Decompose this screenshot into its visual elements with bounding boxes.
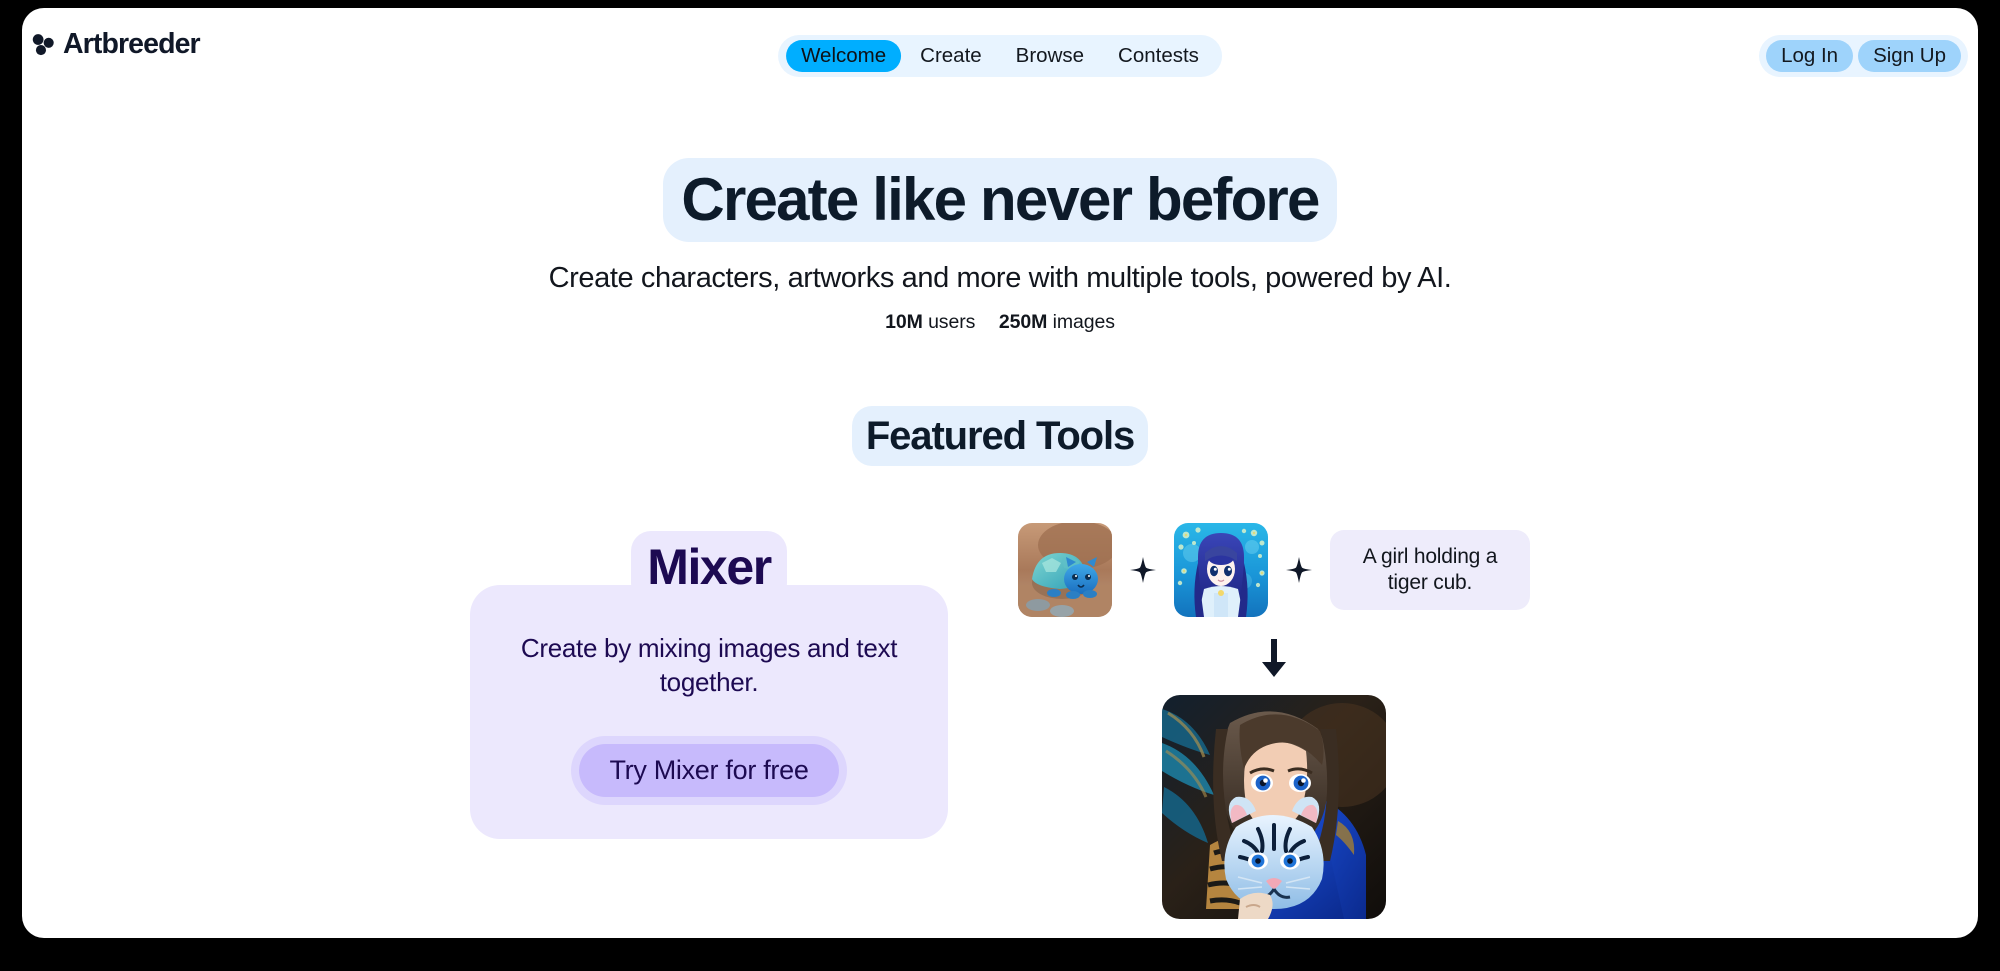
hero-subtitle: Create characters, artworks and more wit… xyxy=(548,262,1452,294)
browser-page: Artbreeder Welcome Create Browse Contest… xyxy=(22,8,1978,938)
log-in-button[interactable]: Log In xyxy=(1766,39,1854,73)
auth-buttons: Log In Sign Up xyxy=(1759,35,1968,77)
hero-stats: 10M users 250M images xyxy=(22,311,1978,334)
demo-prompt-text[interactable]: A girl holding a tiger cub. xyxy=(1330,529,1530,611)
featured-tools-title: Featured Tools xyxy=(851,406,1149,466)
nav-item-create[interactable]: Create xyxy=(905,40,997,73)
demo-input-image-anime-girl[interactable] xyxy=(1174,523,1268,617)
demo-result-image[interactable] xyxy=(1162,695,1386,919)
brand-name: Artbreeder xyxy=(63,28,201,60)
mixer-title: Mixer xyxy=(631,531,787,603)
main-nav: Welcome Create Browse Contests xyxy=(778,35,1222,77)
nav-item-welcome[interactable]: Welcome xyxy=(786,39,902,73)
mixer-cta-wrapper: Try Mixer for free xyxy=(500,735,918,805)
mixer-demo-inputs: A girl holding a tiger cub. xyxy=(1018,523,1530,617)
mixer-card-body: Create by mixing images and text togethe… xyxy=(470,585,948,839)
mixer-demo: A girl holding a tiger cub. xyxy=(1018,503,1530,919)
brand-logo-link[interactable]: Artbreeder xyxy=(30,28,201,60)
mixer-description: Create by mixing images and text togethe… xyxy=(520,633,898,698)
screen: Artbreeder Welcome Create Browse Contest… xyxy=(0,0,2000,971)
mixer-tool-card[interactable]: Mixer Create by mixing images and text t… xyxy=(470,503,948,839)
featured-tools-section: Mixer Create by mixing images and text t… xyxy=(22,503,1978,919)
stat-users-value: 10M xyxy=(885,311,923,334)
featured-tools-header: Featured Tools xyxy=(22,406,1978,466)
arrow-down-icon xyxy=(1262,639,1286,677)
nav-item-contests[interactable]: Contests xyxy=(1103,40,1214,73)
hero-section: Create like never before Create characte… xyxy=(22,158,1978,334)
stat-images-value: 250M xyxy=(998,311,1048,334)
plus-icon-one xyxy=(1130,557,1156,583)
trefoil-circles-icon xyxy=(32,34,54,56)
sign-up-button[interactable]: Sign Up xyxy=(1858,39,1961,73)
nav-item-browse[interactable]: Browse xyxy=(1001,40,1099,73)
mixer-cta-halo: Try Mixer for free xyxy=(571,735,847,805)
site-header: Artbreeder Welcome Create Browse Contest… xyxy=(22,8,1978,86)
plus-icon-two xyxy=(1286,557,1312,583)
stat-users-label: users xyxy=(928,311,976,334)
demo-input-image-creature[interactable] xyxy=(1018,523,1112,617)
stat-images-label: images xyxy=(1052,311,1115,334)
page-title: Create like never before xyxy=(663,158,1337,242)
try-mixer-button[interactable]: Try Mixer for free xyxy=(579,743,839,797)
